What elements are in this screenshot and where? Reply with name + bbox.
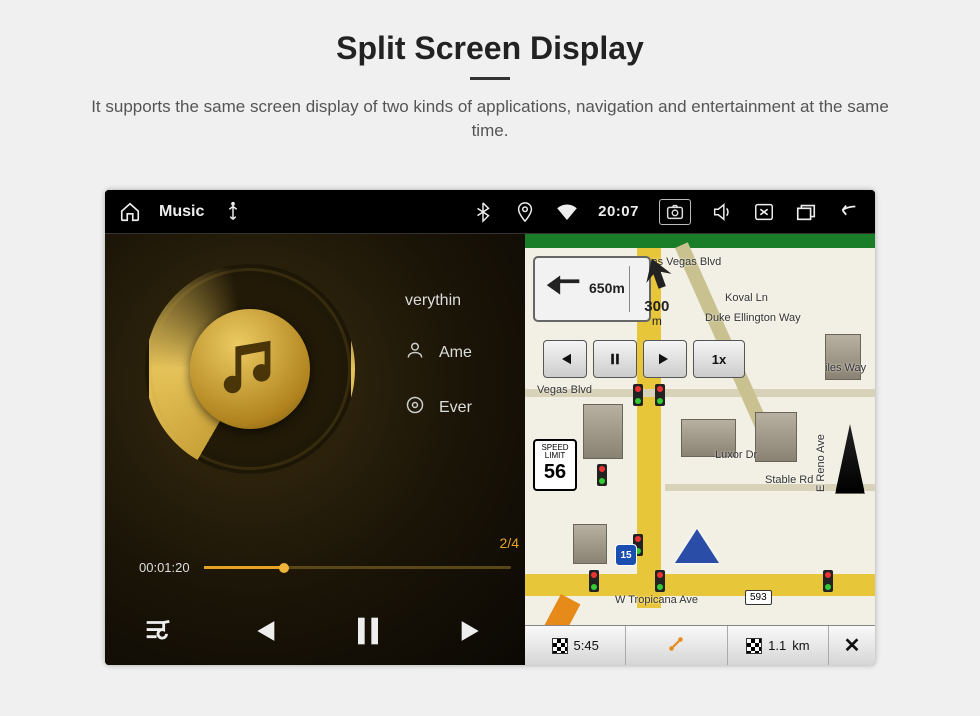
usb-icon[interactable] [222, 201, 244, 223]
screenshot-icon[interactable] [659, 199, 691, 225]
road-label: W Tropicana Ave [615, 594, 698, 606]
exit-badge: 593 [745, 590, 772, 605]
eta-time: 5:45 [574, 638, 599, 653]
playback-speed-button[interactable]: 1x [693, 340, 745, 378]
progress-slider[interactable] [204, 566, 511, 569]
page-description: It supports the same screen display of t… [0, 95, 980, 168]
page-title: Split Screen Display [0, 0, 980, 67]
music-panel: verythin Ame Ever 2/4 00:01:20 [105, 234, 525, 665]
speed-limit-label: SPEED LIMIT [541, 443, 568, 460]
flag-icon [746, 638, 762, 654]
elapsed-time: 00:01:20 [139, 560, 190, 575]
building [755, 412, 797, 462]
road-label: iles Way [825, 362, 866, 374]
track-label: verythin [405, 292, 461, 310]
road-label: E Reno Ave [815, 434, 827, 492]
building [583, 404, 623, 459]
flag-icon [552, 638, 568, 654]
road-label: Vegas Blvd [537, 384, 592, 396]
nav-pause-button[interactable] [593, 340, 637, 378]
close-icon: ✕ [844, 633, 861, 658]
current-position-arrow [675, 529, 719, 563]
road-label: Duke Ellington Way [705, 312, 801, 324]
turn-sub-unit: m [652, 314, 662, 328]
traffic-light-icon [597, 464, 607, 486]
distance-unit: km [792, 638, 809, 653]
album-art [145, 264, 355, 474]
route-badge: 15 [615, 544, 637, 566]
nav-prev-button[interactable] [543, 340, 587, 378]
road-label: Luxor Dr [715, 449, 757, 461]
distance-value: 1.1 [768, 638, 786, 653]
traffic-light-icon [655, 570, 665, 592]
traffic-light-icon [633, 384, 643, 406]
track-row-3[interactable]: Ever [405, 395, 472, 420]
next-button[interactable] [420, 597, 525, 665]
playlist-button[interactable] [105, 597, 210, 665]
back-icon[interactable] [837, 201, 859, 223]
track-label: Ame [439, 344, 472, 362]
volume-icon[interactable] [711, 201, 733, 223]
turn-right-up-icon [634, 285, 680, 299]
nav-close-button[interactable]: ✕ [829, 626, 875, 665]
road-label: Koval Ln [725, 292, 768, 304]
building [835, 424, 865, 494]
turn-sign: 650m 300 m [533, 256, 651, 322]
previous-button[interactable] [210, 597, 315, 665]
track-label: Ever [439, 399, 472, 417]
track-row-1[interactable]: verythin [405, 292, 472, 310]
home-icon[interactable] [119, 201, 141, 223]
status-bar: Music 20:07 [105, 190, 875, 234]
track-row-2[interactable]: Ame [405, 340, 472, 365]
recent-apps-icon[interactable] [795, 201, 817, 223]
app-title: Music [159, 203, 204, 221]
close-app-icon[interactable] [753, 201, 775, 223]
turn-left-icon [541, 264, 587, 315]
progress-row: 00:01:20 [139, 560, 511, 575]
road-label: Stable Rd [765, 474, 813, 486]
building [573, 524, 607, 564]
route-info-cell[interactable] [626, 626, 727, 665]
bluetooth-icon [472, 201, 494, 223]
nav-media-bar: 1x [543, 340, 745, 378]
disc-icon [405, 395, 425, 420]
pause-button[interactable] [315, 597, 420, 665]
route-icon [667, 635, 685, 656]
track-list: verythin Ame Ever [405, 292, 472, 420]
turn-main-distance: 650 [589, 280, 612, 296]
track-counter: 2/4 [500, 535, 519, 551]
music-controls [105, 597, 525, 665]
turn-sub-distance: 300 [634, 299, 680, 316]
speed-limit-sign: SPEED LIMIT 56 [533, 439, 577, 491]
location-icon [514, 201, 536, 223]
turn-main-unit: m [612, 280, 624, 296]
nav-bottom-bar: 5:45 1.1 km ✕ [525, 625, 875, 665]
traffic-light-icon [823, 570, 833, 592]
clock: 20:07 [598, 203, 639, 220]
navigation-panel[interactable]: S Las Vegas Blvd Koval Ln Duke Ellington… [525, 234, 875, 665]
device-frame: Music 20:07 [105, 190, 875, 665]
speed-limit-value: 56 [535, 462, 575, 482]
music-note-icon [215, 332, 285, 407]
traffic-light-icon [589, 570, 599, 592]
wifi-icon [556, 201, 578, 223]
person-icon [405, 340, 425, 365]
nav-next-button[interactable] [643, 340, 687, 378]
title-underline [470, 77, 510, 80]
distance-cell[interactable]: 1.1 km [728, 626, 829, 665]
eta-cell[interactable]: 5:45 [525, 626, 626, 665]
traffic-light-icon [655, 384, 665, 406]
